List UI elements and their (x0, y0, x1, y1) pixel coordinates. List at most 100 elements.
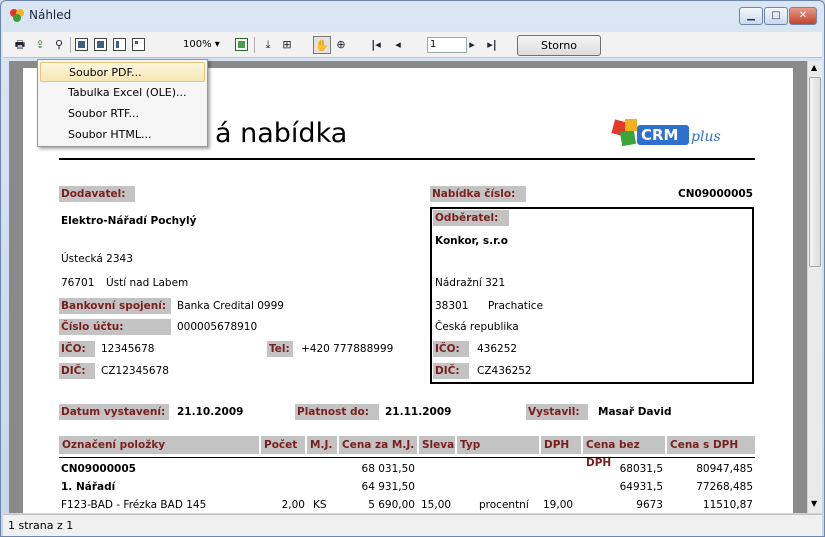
app-icon (10, 9, 24, 22)
svg-text:CRM: CRM (641, 126, 679, 144)
tel-value: +420 777888999 (301, 343, 394, 355)
table-rule (59, 457, 755, 458)
supplier-label: Dodavatel: (59, 186, 135, 202)
find-icon[interactable]: ⚲ (50, 36, 68, 54)
customer-ico-label: IČO: (433, 341, 469, 357)
customer-country: Česká republika (435, 321, 519, 333)
previous-page-icon[interactable]: ◂ (389, 36, 407, 54)
col-price-gross: Cena s DPH (667, 436, 755, 454)
offer-label: Nabídka číslo: (430, 186, 526, 202)
zoom-value: 100% (183, 39, 212, 50)
cell-price-net: 9673 (636, 499, 663, 511)
cell-item: F123-BAD - Frézka BAD 145 (61, 499, 207, 511)
customer-city: Prachatice (488, 300, 544, 312)
col-vat: DPH (541, 436, 581, 454)
cell-item: CN09000005 (61, 463, 136, 475)
cell-item: 1. Nářadí (61, 481, 116, 493)
menu-item-excel[interactable]: Tabulka Excel (OLE)... (40, 83, 205, 103)
customer-street: Nádražní 321 (435, 277, 506, 289)
customer-zip: 38301 (435, 300, 469, 312)
cell-price-gross: 80947,485 (696, 463, 753, 475)
issued-value: Masař David (598, 406, 672, 418)
cell-price-net: 64931,5 (619, 481, 663, 493)
ico-label: IČO: (59, 341, 95, 357)
svg-text:plus: plus (691, 129, 721, 145)
title-bar: Náhled ▁ □ ✕ (1, 1, 824, 29)
cell-unit-price: 64 931,50 (361, 481, 415, 493)
page-width-icon[interactable] (75, 38, 88, 51)
four-pages-icon[interactable] (132, 38, 145, 51)
bank-value: Banka Credital 0999 (177, 300, 284, 312)
col-discount: Sleva (419, 436, 455, 454)
export-icon[interactable]: ⇪ (31, 36, 49, 54)
header-rule (59, 158, 755, 160)
supplier-zip: 76701 (61, 277, 95, 289)
customer-ico: 436252 (477, 343, 518, 355)
ico-value: 12345678 (101, 343, 155, 355)
cell-price-net: 68031,5 (619, 463, 663, 475)
two-pages-icon[interactable] (113, 38, 126, 51)
tree-icon[interactable]: ⊞ (278, 36, 296, 54)
preview-window: Náhled ▁ □ ✕ 🖶 ⇪ ⚲ 100% ▾ ⤓ ⊞ ✋ ⊕ |◂ ◂ 1… (0, 0, 825, 537)
first-page-icon[interactable]: |◂ (367, 36, 385, 54)
status-bar: 1 strana z 1 (3, 514, 822, 536)
export-menu: Soubor PDF... Tabulka Excel (OLE)... Sou… (37, 59, 208, 147)
col-item: Označení položky (59, 436, 259, 454)
whole-page-icon[interactable] (94, 38, 107, 51)
supplier-name: Elektro-Nářadí Pochylý (61, 215, 197, 227)
menu-item-rtf[interactable]: Soubor RTF... (40, 104, 205, 124)
page-input[interactable]: 1 (427, 37, 467, 53)
crm-logo: CRM plus (611, 119, 721, 147)
status-text: 1 strana z 1 (8, 519, 74, 532)
menu-item-html[interactable]: Soubor HTML... (40, 125, 205, 145)
fit-icon[interactable] (235, 38, 248, 51)
date-label: Datum vystavení: (59, 404, 169, 420)
cell-unit-price: 68 031,50 (361, 463, 415, 475)
minimize-button[interactable]: ▁ (739, 7, 763, 25)
dic-label: DIČ: (59, 363, 95, 379)
col-unit-price: Cena za M.J. (339, 436, 417, 454)
zoom-select[interactable]: 100% ▾ (183, 37, 225, 53)
scroll-thumb[interactable] (809, 77, 821, 267)
storno-button[interactable]: Storno (517, 35, 601, 56)
col-unit: M.J. (307, 436, 337, 454)
scroll-up-icon[interactable]: ▲ (811, 63, 817, 72)
vertical-scrollbar[interactable]: ▲ ▼ (807, 61, 822, 513)
account-label: Číslo účtu: (59, 319, 171, 335)
page-setup-icon[interactable]: ⤓ (259, 36, 277, 54)
print-icon[interactable]: 🖶 (11, 36, 29, 54)
toolbar: 🖶 ⇪ ⚲ 100% ▾ ⤓ ⊞ ✋ ⊕ |◂ ◂ 1 ▸ ▸| Storno (3, 32, 822, 58)
issued-label: Vystavil: (526, 404, 588, 420)
cell-price-gross: 77268,485 (696, 481, 753, 493)
customer-dic-label: DIČ: (433, 363, 469, 379)
cell-discount: 15,00 (421, 499, 452, 511)
scroll-down-icon[interactable]: ▼ (811, 499, 817, 508)
valid-label: Platnost do: (295, 404, 379, 420)
close-button[interactable]: ✕ (789, 7, 817, 25)
customer-name: Konkor, s.r.o (435, 235, 508, 247)
col-type: Typ (457, 436, 539, 454)
customer-label: Odběratel: (433, 210, 509, 226)
cell-count: 2,00 (281, 499, 305, 511)
document-title: á nabídka (215, 118, 348, 149)
zoom-in-icon[interactable]: ⊕ (332, 36, 350, 54)
cell-type: procentní (479, 499, 529, 511)
col-count: Počet (261, 436, 305, 454)
maximize-button[interactable]: □ (764, 7, 788, 25)
supplier-city: Ústí nad Labem (106, 277, 189, 289)
next-page-icon[interactable]: ▸ (463, 36, 481, 54)
account-value: 000005678910 (177, 321, 258, 333)
window-title: Náhled (29, 8, 72, 22)
menu-item-pdf[interactable]: Soubor PDF... (40, 62, 205, 82)
customer-dic: CZ436252 (477, 365, 532, 377)
date-value: 21.10.2009 (177, 406, 244, 418)
hand-tool-icon[interactable]: ✋ (313, 36, 331, 54)
valid-value: 21.11.2009 (385, 406, 452, 418)
bank-label: Bankovní spojení: (59, 298, 171, 314)
last-page-icon[interactable]: ▸| (483, 36, 501, 54)
offer-number: CN09000005 (678, 188, 753, 200)
supplier-street: Ústecká 2343 (61, 253, 133, 265)
cell-unit: KS (313, 499, 327, 511)
col-price-net: Cena bez DPH (583, 436, 665, 469)
cell-vat: 19,00 (543, 499, 574, 511)
